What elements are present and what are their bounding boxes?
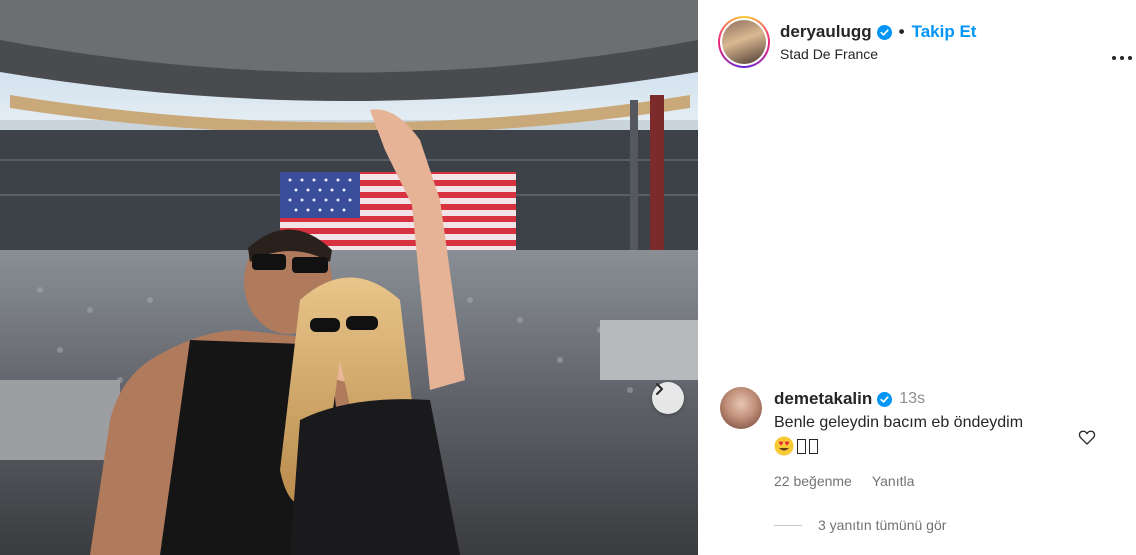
follow-button[interactable]: Takip Et [912, 22, 977, 42]
missing-glyph-icon [809, 438, 818, 454]
heart-eyes-emoji [774, 436, 794, 456]
comment-emoji-row [774, 436, 818, 456]
verified-icon [877, 391, 893, 407]
author-username[interactable]: deryaulugg [780, 22, 872, 42]
replies-divider [774, 524, 802, 526]
concert-photo-illustration [0, 0, 698, 555]
verified-icon [876, 24, 892, 40]
separator-dot: • [898, 22, 905, 41]
missing-glyph-icon [797, 438, 806, 454]
comment-meta: 22 beğenme Yanıtla [774, 473, 914, 489]
view-replies-label: 3 yanıtın tümünü gör [818, 517, 947, 533]
post-side-panel: deryaulugg • Takip Et Stad De France dem… [698, 0, 1136, 555]
commenter-avatar[interactable] [720, 387, 762, 429]
commenter-username[interactable]: demetakalin [774, 389, 872, 409]
heart-icon[interactable] [1077, 427, 1097, 447]
next-photo-button[interactable] [652, 382, 684, 414]
post-location[interactable]: Stad De France [780, 46, 878, 62]
reply-button[interactable]: Yanıtla [872, 473, 915, 489]
post-header: deryaulugg • Takip Et Stad De France [718, 16, 1132, 70]
post-photo[interactable] [0, 0, 698, 555]
author-avatar[interactable] [718, 16, 770, 68]
comment-timestamp[interactable]: 13s [899, 390, 925, 408]
comment-text: Benle geleydin bacım eb öndeydim [774, 414, 1024, 431]
more-options-icon[interactable] [1110, 46, 1134, 70]
comment-likes[interactable]: 22 beğenme [774, 473, 852, 489]
next-arrow-icon [656, 383, 663, 395]
view-replies-button[interactable]: 3 yanıtın tümünü gör [774, 517, 946, 533]
